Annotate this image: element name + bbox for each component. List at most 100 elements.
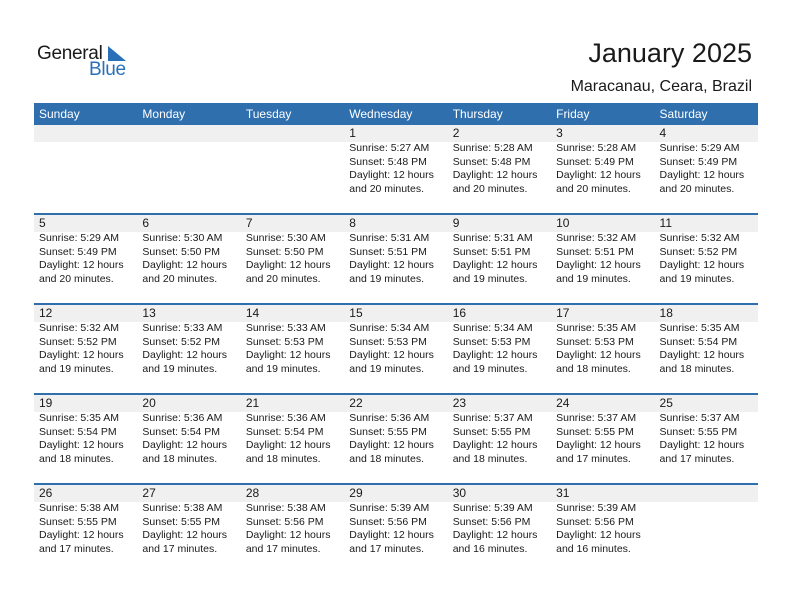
day-cell: 27 Sunrise: 5:38 AM Sunset: 5:55 PM Dayligh… [137,485,240,556]
logo: General Blue [37,43,137,83]
daylight-text: Daylight: 12 hours [452,259,538,271]
sunrise-text: Sunrise: 5:38 AM [39,502,119,514]
sunset-text: Sunset: 5:55 PM [349,425,427,438]
calendar-week: 26 Sunrise: 5:38 AM Sunset: 5:55 PM Dayligh… [34,483,758,573]
daylight-text: Daylight: 12 hours [349,259,434,271]
week-days: 19 Sunrise: 5:35 AM Sunset: 5:54 PM Dayligh… [34,395,758,466]
daylight-text: Daylight: 12 hours [142,349,228,361]
day-number: 8 [349,216,356,230]
daylight-text: Daylight: 12 hours [556,439,641,451]
sunrise-text: Sunrise: 5:32 AM [556,232,637,244]
day-cell: 22 Sunrise: 5:36 AM Sunset: 5:55 PM Dayligh… [344,395,447,466]
daylight-minutes-text: and 18 minutes. [556,362,631,375]
sunrise-text: Sunrise: 5:29 AM [659,142,740,154]
daylight-minutes-text: and 19 minutes. [452,362,528,375]
day-number: 23 [452,396,467,410]
daylight-text: Daylight: 12 hours [349,439,434,451]
day-cell: 8 Sunrise: 5:31 AM Sunset: 5:51 PM Daylight… [344,215,447,286]
day-cell: 19 Sunrise: 5:35 AM Sunset: 5:54 PM Dayligh… [34,395,137,466]
day-cell: 30 Sunrise: 5:39 AM Sunset: 5:56 PM Dayligh… [448,485,551,556]
sunrise-text: Sunrise: 5:27 AM [349,142,430,154]
day-number: 11 [659,216,672,230]
sunrise-text: Sunrise: 5:31 AM [452,232,533,244]
day-number: 14 [245,306,260,320]
calendar-week: 5 Sunrise: 5:29 AM Sunset: 5:49 PM Daylight… [34,213,758,303]
daylight-minutes-text: and 19 minutes. [245,362,321,375]
sunrise-text: Sunrise: 5:39 AM [349,502,430,514]
sunset-text: Sunset: 5:56 PM [452,515,531,528]
empty-day-cell [655,485,758,556]
daylight-text: Daylight: 12 hours [245,439,331,451]
sunset-text: Sunset: 5:52 PM [142,335,221,348]
sunset-text: Sunset: 5:55 PM [142,515,221,528]
day-number: 20 [142,396,156,410]
calendar: Sunday Monday Tuesday Wednesday Thursday Frid… [34,103,758,573]
sunrise-text: Sunrise: 5:32 AM [659,232,740,244]
daylight-minutes-text: and 18 minutes. [39,452,114,465]
day-cell: 23 Sunrise: 5:37 AM Sunset: 5:55 PM Dayligh… [448,395,551,466]
day-cell: 11 Sunrise: 5:32 AM Sunset: 5:52 PM Dayligh… [655,215,758,286]
day-cell: 6 Sunrise: 5:30 AM Sunset: 5:50 PM Daylight… [137,215,240,286]
calendar-week: 1 Sunrise: 5:27 AM Sunset: 5:48 PM Daylight… [34,125,758,213]
sunrise-text: Sunrise: 5:38 AM [245,502,326,514]
sunset-text: Sunset: 5:56 PM [349,515,427,528]
sunrise-text: Sunrise: 5:37 AM [452,412,533,424]
daylight-text: Daylight: 12 hours [349,169,434,181]
sunrise-text: Sunrise: 5:35 AM [556,322,637,334]
sunset-text: Sunset: 5:50 PM [142,245,221,258]
calendar-week: 19 Sunrise: 5:35 AM Sunset: 5:54 PM Dayligh… [34,393,758,483]
daylight-minutes-text: and 16 minutes. [452,542,528,555]
day-number: 1 [349,126,356,140]
weekday-header-saturday: Saturday [659,107,708,121]
sunset-text: Sunset: 5:54 PM [659,335,738,348]
day-cell: 5 Sunrise: 5:29 AM Sunset: 5:49 PM Daylight… [34,215,137,286]
day-number: 25 [659,396,673,410]
sunrise-text: Sunrise: 5:28 AM [452,142,533,154]
daylight-text: Daylight: 12 hours [659,439,745,451]
week-days: 5 Sunrise: 5:29 AM Sunset: 5:49 PM Daylight… [34,215,758,286]
week-days: 1 Sunrise: 5:27 AM Sunset: 5:48 PM Daylight… [34,125,758,196]
daylight-minutes-text: and 18 minutes. [452,452,528,465]
daylight-text: Daylight: 12 hours [142,439,228,451]
day-cell: 28 Sunrise: 5:38 AM Sunset: 5:56 PM Dayligh… [241,485,344,556]
day-number: 30 [452,486,467,500]
daylight-minutes-text: and 17 minutes. [349,542,424,555]
sunset-text: Sunset: 5:53 PM [452,335,531,348]
day-number: 10 [556,216,570,230]
day-number: 18 [659,306,673,320]
daylight-text: Daylight: 12 hours [245,529,331,541]
daylight-text: Daylight: 12 hours [659,349,745,361]
sunset-text: Sunset: 5:49 PM [39,245,117,258]
sunrise-text: Sunrise: 5:38 AM [142,502,223,514]
day-number: 21 [245,396,260,410]
sunset-text: Sunset: 5:55 PM [556,425,634,438]
weekday-header-tuesday: Tuesday [245,107,292,121]
day-cell: 21 Sunrise: 5:36 AM Sunset: 5:54 PM Dayligh… [241,395,344,466]
sunset-text: Sunset: 5:48 PM [452,155,531,168]
daylight-minutes-text: and 20 minutes. [556,182,631,195]
day-number: 16 [452,306,467,320]
day-number: 5 [39,216,46,230]
daylight-text: Daylight: 12 hours [39,259,124,271]
weekday-header-friday: Friday [556,107,590,121]
day-number: 26 [39,486,53,500]
daylight-text: Daylight: 12 hours [349,529,434,541]
daylight-text: Daylight: 12 hours [556,259,641,271]
sunrise-text: Sunrise: 5:34 AM [349,322,430,334]
sunset-text: Sunset: 5:53 PM [349,335,427,348]
daylight-minutes-text: and 19 minutes. [452,272,528,285]
sunrise-text: Sunrise: 5:39 AM [452,502,533,514]
day-cell: 31 Sunrise: 5:39 AM Sunset: 5:56 PM Dayligh… [551,485,654,556]
sunrise-text: Sunrise: 5:36 AM [245,412,326,424]
day-number: 17 [556,306,570,320]
day-number: 27 [142,486,156,500]
day-cell: 24 Sunrise: 5:37 AM Sunset: 5:55 PM Dayligh… [551,395,654,466]
day-cell: 26 Sunrise: 5:38 AM Sunset: 5:55 PM Dayligh… [34,485,137,556]
sunset-text: Sunset: 5:55 PM [452,425,531,438]
sunrise-text: Sunrise: 5:32 AM [39,322,119,334]
daylight-minutes-text: and 20 minutes. [349,182,424,195]
day-number: 13 [142,306,156,320]
daylight-minutes-text: and 19 minutes. [142,362,218,375]
sunrise-text: Sunrise: 5:34 AM [452,322,533,334]
day-number: 3 [556,126,563,140]
